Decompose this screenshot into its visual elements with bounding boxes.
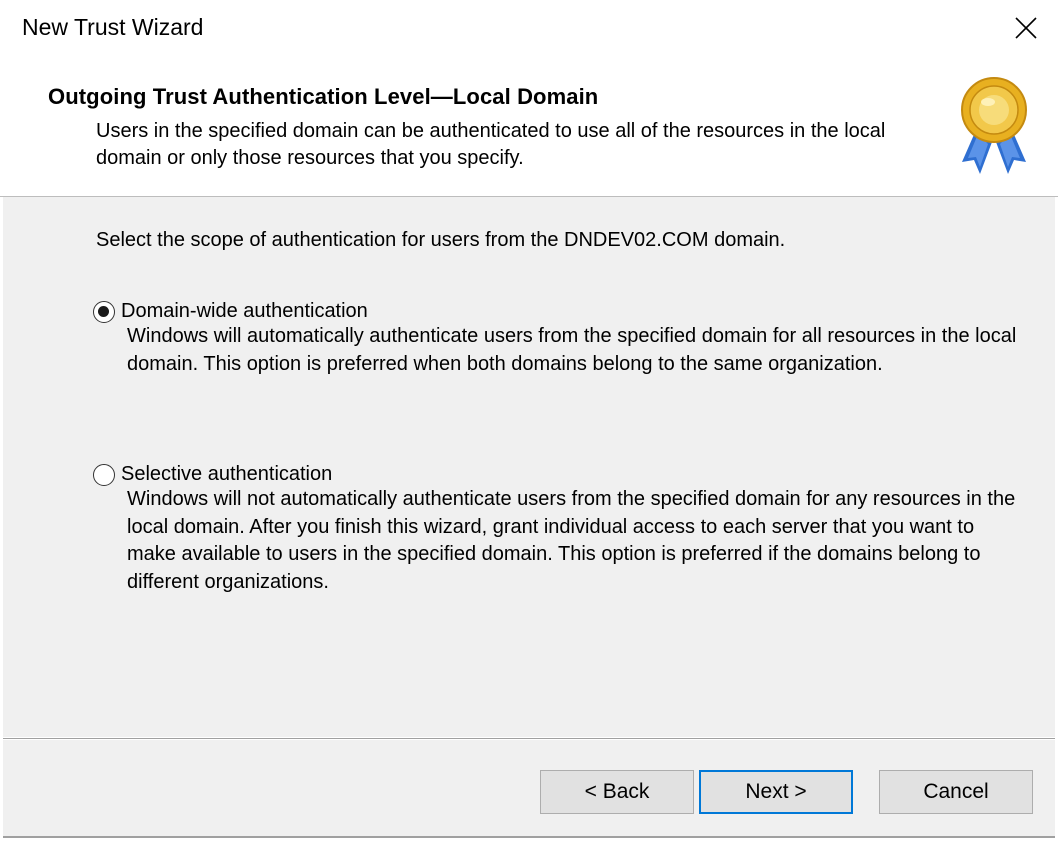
option-selective: Selective authentication Windows will no… <box>93 463 1023 596</box>
back-button[interactable]: < Back <box>540 770 694 814</box>
header-description: Users in the specified domain can be aut… <box>96 120 886 169</box>
option-domain-wide-description: Windows will automatically authenticate … <box>127 325 1017 375</box>
wizard-header: Outgoing Trust Authentication Level—Loca… <box>0 60 1058 197</box>
cancel-button[interactable]: Cancel <box>879 770 1033 814</box>
award-ribbon-icon <box>961 77 1027 174</box>
next-button[interactable]: Next > <box>699 770 853 814</box>
footer-bottom-edge <box>3 836 1055 838</box>
close-button[interactable] <box>1006 8 1046 48</box>
header-title: Outgoing Trust Authentication Level—Loca… <box>48 84 599 109</box>
close-icon <box>1015 17 1037 39</box>
option-selective-description: Windows will not automatically authentic… <box>127 488 1016 593</box>
radio-domain-wide-indicator[interactable] <box>93 300 115 323</box>
radio-selective-indicator[interactable] <box>93 463 115 486</box>
option-domain-wide-label[interactable]: Domain-wide authentication <box>121 300 368 323</box>
wizard-window: New Trust Wizard Outgoing Trust Authenti… <box>0 0 1058 841</box>
scope-prompt: Select the scope of authentication for u… <box>96 229 786 251</box>
title-bar: New Trust Wizard <box>0 0 1058 60</box>
option-domain-wide: Domain-wide authentication Windows will … <box>93 300 1023 378</box>
option-selective-label[interactable]: Selective authentication <box>121 463 332 486</box>
radio-selective[interactable]: Selective authentication <box>93 463 1023 486</box>
window-title: New Trust Wizard <box>22 14 204 40</box>
radio-domain-wide[interactable]: Domain-wide authentication <box>93 300 1023 323</box>
